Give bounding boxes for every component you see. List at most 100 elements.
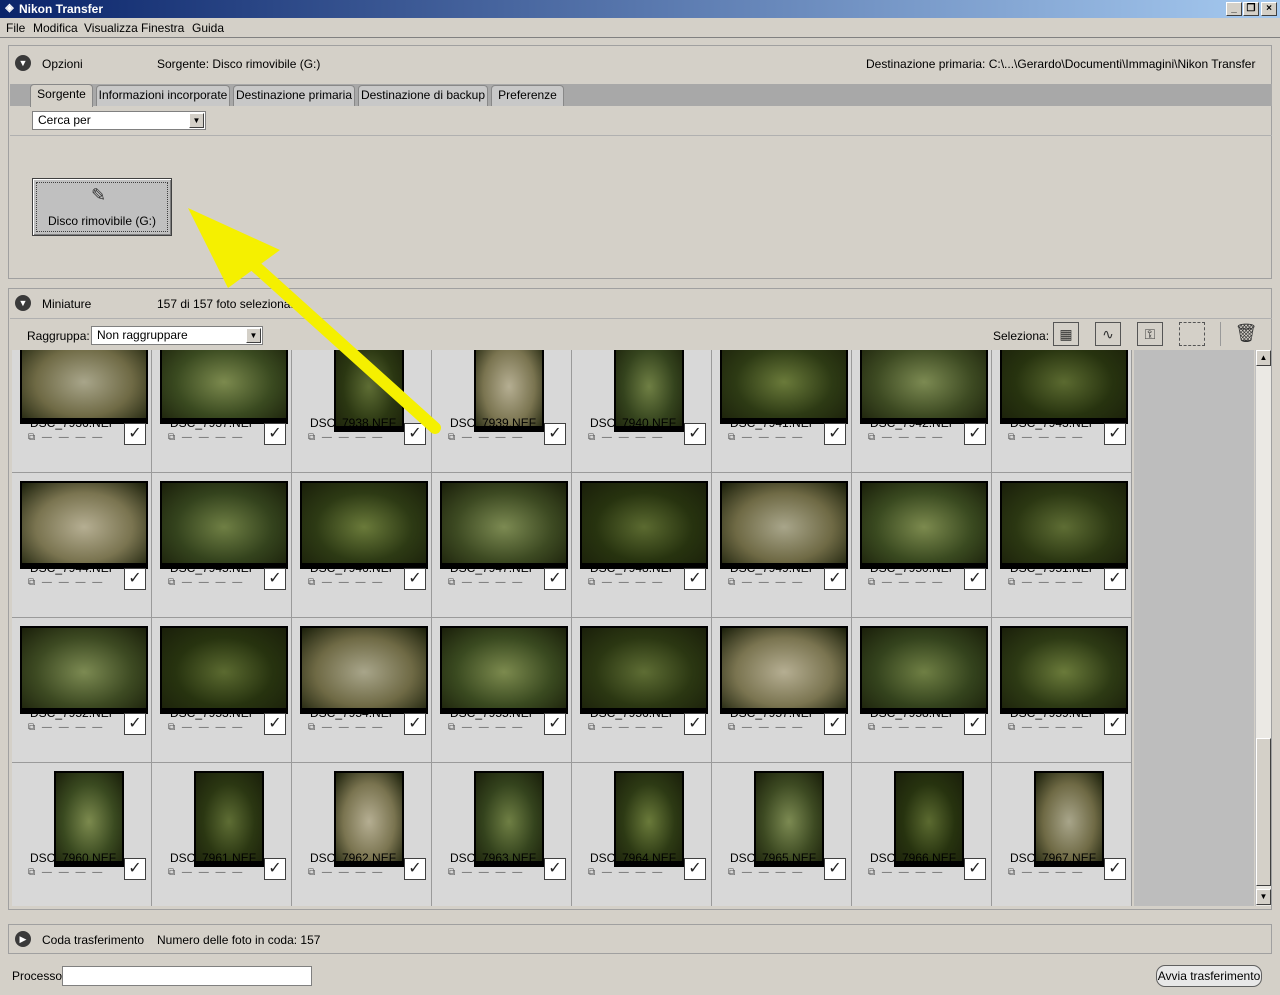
thumbnail-checkbox[interactable]: ✓ [404, 423, 426, 445]
thumbnail-cell[interactable]: DSC_7962.NEF ⧉ — — — — ✓ [292, 763, 432, 906]
thumbnail-cell[interactable]: DSC_7966.NEF ⧉ — — — — ✓ [852, 763, 992, 906]
thumbnail-cell[interactable]: DSC_7938.NEF ⧉ — — — — ✓ [292, 350, 432, 473]
thumbnail-cell[interactable]: DSC_7956.NEF ⧉ — — — — ✓ [572, 618, 712, 763]
thumbnail-cell[interactable]: DSC_7951.NEF ⧉ — — — — ✓ [992, 473, 1132, 618]
photo-thumbnail[interactable] [300, 481, 428, 569]
minimize-button[interactable]: _ [1226, 2, 1242, 16]
thumbnail-cell[interactable]: DSC_7939.NEF ⧉ — — — — ✓ [432, 350, 572, 473]
thumbnail-cell[interactable]: DSC_7965.NEF ⧉ — — — — ✓ [712, 763, 852, 906]
thumbnail-checkbox[interactable]: ✓ [1104, 858, 1126, 880]
removable-disk-button[interactable]: ✎ Disco rimovibile (G:) [32, 178, 172, 236]
thumbnail-checkbox[interactable]: ✓ [964, 858, 986, 880]
thumbnail-checkbox[interactable]: ✓ [1104, 568, 1126, 590]
menu-finestra[interactable]: Finestra [141, 21, 184, 35]
thumbnail-cell[interactable]: DSC_7944.NEF ⧉ — — — — ✓ [12, 473, 152, 618]
thumbnail-cell[interactable]: DSC_7958.NEF ⧉ — — — — ✓ [852, 618, 992, 763]
queue-expand-icon[interactable]: ▶ [15, 931, 31, 947]
thumbnail-checkbox[interactable]: ✓ [404, 858, 426, 880]
thumbnail-checkbox[interactable]: ✓ [824, 858, 846, 880]
thumbnail-cell[interactable]: DSC_7947.NEF ⧉ — — — — ✓ [432, 473, 572, 618]
thumbnail-checkbox[interactable]: ✓ [1104, 713, 1126, 735]
menu-guida[interactable]: Guida [192, 21, 224, 35]
photo-thumbnail[interactable] [20, 481, 148, 569]
photo-thumbnail[interactable] [20, 350, 148, 424]
search-by-select[interactable]: Cerca per ▼ [32, 111, 206, 130]
thumbnail-checkbox[interactable]: ✓ [124, 423, 146, 445]
thumbnail-cell[interactable]: DSC_7937.NEF ⧉ — — — — ✓ [152, 350, 292, 473]
thumbnail-cell[interactable]: DSC_7967.NEF ⧉ — — — — ✓ [992, 763, 1132, 906]
photo-thumbnail[interactable] [1000, 481, 1128, 569]
thumbnail-cell[interactable]: DSC_7936.NEF ⧉ — — — — ✓ [12, 350, 152, 473]
select-all-icon[interactable]: ▦ [1053, 322, 1079, 346]
thumbnail-checkbox[interactable]: ✓ [964, 713, 986, 735]
thumbnail-cell[interactable]: DSC_7954.NEF ⧉ — — — — ✓ [292, 618, 432, 763]
tab-sorgente[interactable]: Sorgente [30, 84, 93, 107]
thumbnail-cell[interactable]: DSC_7955.NEF ⧉ — — — — ✓ [432, 618, 572, 763]
thumbnail-checkbox[interactable]: ✓ [404, 713, 426, 735]
thumbnail-checkbox[interactable]: ✓ [404, 568, 426, 590]
scroll-down-icon[interactable]: ▼ [1256, 889, 1271, 905]
trash-icon[interactable]: 🗑 [1233, 322, 1259, 346]
thumbnail-cell[interactable]: DSC_7953.NEF ⧉ — — — — ✓ [152, 618, 292, 763]
thumbnail-cell[interactable]: DSC_7943.NEF ⧉ — — — — ✓ [992, 350, 1132, 473]
thumbnail-cell[interactable]: DSC_7959.NEF ⧉ — — — — ✓ [992, 618, 1132, 763]
photo-thumbnail[interactable] [860, 350, 988, 424]
thumbnail-checkbox[interactable]: ✓ [264, 713, 286, 735]
thumbnail-checkbox[interactable]: ✓ [124, 568, 146, 590]
tab-destinazione-primaria[interactable]: Destinazione primaria [233, 85, 355, 106]
thumbnail-cell[interactable]: DSC_7941.NEF ⧉ — — — — ✓ [712, 350, 852, 473]
thumbnail-cell[interactable]: DSC_7950.NEF ⧉ — — — — ✓ [852, 473, 992, 618]
thumbnail-cell[interactable]: DSC_7952.NEF ⧉ — — — — ✓ [12, 618, 152, 763]
scroll-thumb[interactable] [1256, 738, 1271, 886]
photo-thumbnail[interactable] [160, 350, 288, 424]
photo-thumbnail[interactable] [300, 626, 428, 714]
photo-thumbnail[interactable] [860, 626, 988, 714]
tab-informazioni-incorporate[interactable]: Informazioni incorporate [96, 85, 230, 106]
thumbnail-checkbox[interactable]: ✓ [1104, 423, 1126, 445]
thumbnail-checkbox[interactable]: ✓ [684, 858, 706, 880]
thumbnails-collapse-icon[interactable]: ▼ [15, 295, 31, 311]
photo-thumbnail[interactable] [440, 626, 568, 714]
thumbnail-cell[interactable]: DSC_7961.NEF ⧉ — — — — ✓ [152, 763, 292, 906]
photo-thumbnail[interactable] [20, 626, 148, 714]
thumbnail-checkbox[interactable]: ✓ [824, 713, 846, 735]
photo-thumbnail[interactable] [580, 626, 708, 714]
thumbnail-cell[interactable]: DSC_7964.NEF ⧉ — — — — ✓ [572, 763, 712, 906]
photo-thumbnail[interactable] [860, 481, 988, 569]
thumbnail-checkbox[interactable]: ✓ [264, 568, 286, 590]
thumbnail-cell[interactable]: DSC_7963.NEF ⧉ — — — — ✓ [432, 763, 572, 906]
thumbnail-checkbox[interactable]: ✓ [824, 568, 846, 590]
thumbnail-checkbox[interactable]: ✓ [264, 423, 286, 445]
thumbnail-cell[interactable]: DSC_7949.NEF ⧉ — — — — ✓ [712, 473, 852, 618]
menu-modifica[interactable]: Modifica [33, 21, 78, 35]
thumbnail-cell[interactable]: DSC_7960.NEF ⧉ — — — — ✓ [12, 763, 152, 906]
thumbnail-checkbox[interactable]: ✓ [544, 423, 566, 445]
tab-destinazione-backup[interactable]: Destinazione di backup [358, 85, 488, 106]
thumbnail-cell[interactable]: DSC_7942.NEF ⧉ — — — — ✓ [852, 350, 992, 473]
photo-thumbnail[interactable] [160, 481, 288, 569]
photo-thumbnail[interactable] [720, 481, 848, 569]
start-transfer-button[interactable]: Avvia trasferimento [1156, 965, 1262, 987]
thumbnail-cell[interactable]: DSC_7945.NEF ⧉ — — — — ✓ [152, 473, 292, 618]
thumbnail-checkbox[interactable]: ✓ [544, 713, 566, 735]
photo-thumbnail[interactable] [1000, 350, 1128, 424]
photo-thumbnail[interactable] [440, 481, 568, 569]
thumbnail-cell[interactable]: DSC_7957.NEF ⧉ — — — — ✓ [712, 618, 852, 763]
photo-thumbnail[interactable] [1000, 626, 1128, 714]
thumbnail-checkbox[interactable]: ✓ [684, 568, 706, 590]
thumbnail-checkbox[interactable]: ✓ [684, 423, 706, 445]
photo-thumbnail[interactable] [720, 626, 848, 714]
thumbnail-checkbox[interactable]: ✓ [684, 713, 706, 735]
photo-thumbnail[interactable] [720, 350, 848, 424]
thumbnail-checkbox[interactable]: ✓ [544, 858, 566, 880]
thumbnail-scrollbar[interactable]: ▲ ▼ [1255, 350, 1271, 906]
thumbnail-cell[interactable]: DSC_7940.NEF ⧉ — — — — ✓ [572, 350, 712, 473]
thumbnail-checkbox[interactable]: ✓ [124, 713, 146, 735]
thumbnail-checkbox[interactable]: ✓ [124, 858, 146, 880]
menu-visualizza[interactable]: Visualizza [84, 21, 138, 35]
thumbnail-checkbox[interactable]: ✓ [964, 568, 986, 590]
thumbnail-checkbox[interactable]: ✓ [264, 858, 286, 880]
thumbnail-cell[interactable]: DSC_7946.NEF ⧉ — — — — ✓ [292, 473, 432, 618]
thumbnail-cell[interactable]: DSC_7948.NEF ⧉ — — — — ✓ [572, 473, 712, 618]
close-button[interactable]: × [1261, 2, 1277, 16]
